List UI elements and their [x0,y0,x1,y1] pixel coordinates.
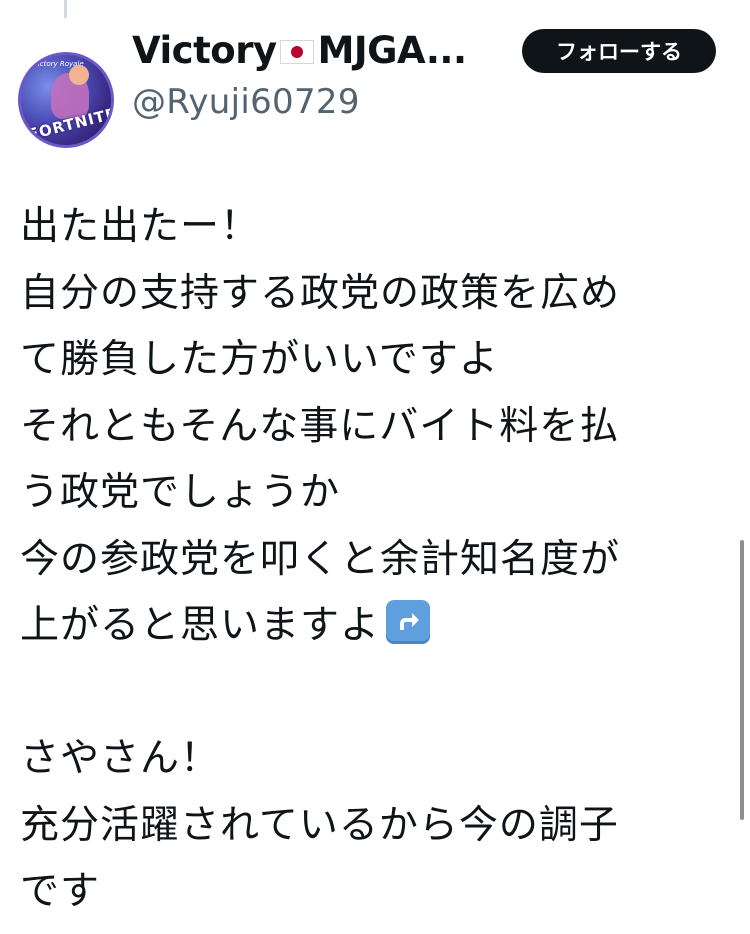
tweet-line: て勝負した方がいいですよ [20,337,499,382]
avatar-figure-head [69,65,89,85]
author-display-name-suffix: MJGA... [317,28,467,72]
tweet-line: さやさん！ [20,736,221,781]
scrollbar-thumb[interactable] [740,540,744,820]
author-handle[interactable]: @Ryuji60729 [132,82,360,122]
author-display-name[interactable]: Victory MJGA... [132,29,467,72]
tweet-line: 自分の支持する政党の政策を広め [20,270,621,316]
avatar[interactable]: Victory Royale FORTNITE [18,52,114,148]
tweet-line: です [20,869,101,914]
japan-flag-icon [279,40,314,64]
up-right-arrow-emoji-icon [386,600,431,644]
tweet-line: う政党でしょうか [20,470,341,515]
tweet-text: 出た出たー！ 自分の支持する政党の政策を広め て勝負した方がいいですよ それとも… [20,194,720,926]
follow-button[interactable]: フォローする [522,29,716,73]
tweet-line: それともそんな事にバイト料を払 [20,403,620,449]
tweet-header: Victory Royale FORTNITE Victory MJGA... @… [16,26,734,148]
author-name-row[interactable]: Victory MJGA... [132,26,467,74]
thread-connector-line [64,0,67,18]
tweet-line-with-emoji: 上がると思いますよ [20,593,720,660]
tweet-line: 充分活躍されているから今の調子 [20,802,619,848]
tweet-line-text: 上がると思いますよ [20,603,381,648]
author-display-name-text: Victory [132,28,277,72]
tweet-line: 今の参政党を叩くと余計知名度が [20,536,621,582]
tweet-line: 出た出たー！ [20,204,261,249]
